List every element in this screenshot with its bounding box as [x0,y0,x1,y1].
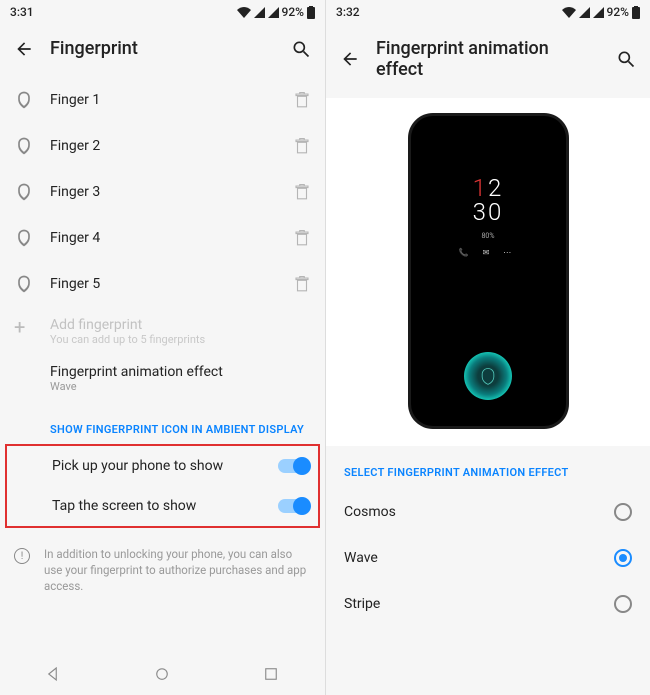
delete-icon[interactable] [293,183,311,201]
nav-back-icon[interactable] [45,665,63,683]
fingerprint-icon [14,182,34,202]
add-title: Add fingerprint [50,317,311,333]
back-icon[interactable] [14,39,34,59]
fingerprint-item[interactable]: Finger 1 [0,77,325,123]
fingerprint-label: Finger 3 [50,184,277,200]
fingerprint-animation-preview [464,352,512,400]
nav-bar [0,653,325,695]
option-stripe[interactable]: Stripe [326,581,650,627]
header: Fingerprint [0,24,325,77]
option-cosmos[interactable]: Cosmos [326,489,650,535]
preview-area: 12 30 80% 📞 ✉ ⋯ [326,98,650,446]
signal-icon [593,7,604,18]
battery-percent: 92% [607,5,629,19]
content: Finger 1 Finger 2 Finger 3 Finger 4 Fing… [0,77,325,653]
battery-icon [307,6,315,19]
toggle-switch[interactable] [278,499,308,513]
option-label: Cosmos [344,504,614,520]
signal-icon [254,7,265,18]
status-time: 3:31 [10,5,34,19]
highlight-box: Pick up your phone to show Tap the scree… [5,444,320,528]
status-right: 92% [237,5,315,19]
fingerprint-item[interactable]: Finger 4 [0,215,325,261]
search-icon[interactable] [616,49,636,69]
delete-icon[interactable] [293,91,311,109]
delete-icon[interactable] [293,275,311,293]
radio-button[interactable] [614,549,632,567]
info-text: In addition to unlocking your phone, you… [44,546,311,594]
clock: 12 30 80% 📞 ✉ ⋯ [459,174,518,257]
option-label: Wave [344,550,614,566]
search-icon[interactable] [291,39,311,59]
nav-home-icon[interactable] [153,665,171,683]
fingerprint-icon [14,274,34,294]
toggle-label: Pick up your phone to show [52,458,278,474]
fingerprint-label: Finger 1 [50,92,277,108]
preview-notif-icons: 📞 ✉ ⋯ [459,248,518,257]
signal-icon [579,7,590,18]
status-time: 3:32 [336,5,360,19]
section-header: SHOW FINGERPRINT ICON IN AMBIENT DISPLAY [0,407,325,444]
header: Fingerprint animation effect [326,24,650,98]
signal-icon [268,7,279,18]
fingerprint-icon [14,136,34,156]
wifi-icon [237,7,251,18]
option-wave[interactable]: Wave [326,535,650,581]
fingerprint-icon [14,228,34,248]
status-right: 92% [562,5,640,19]
animation-title: Fingerprint animation effect [50,364,311,380]
add-fingerprint: + Add fingerprint You can add up to 5 fi… [0,307,325,350]
battery-percent: 92% [282,5,304,19]
screen-fingerprint: 3:31 92% Fingerprint Finger 1 Finger 2 F… [0,0,325,695]
wifi-icon [562,7,576,18]
toggle-label: Tap the screen to show [52,498,278,514]
info-row: ! In addition to unlocking your phone, y… [0,536,325,608]
fingerprint-item[interactable]: Finger 3 [0,169,325,215]
plus-icon: + [14,317,34,337]
status-bar: 3:31 92% [0,0,325,24]
delete-icon[interactable] [293,229,311,247]
animation-value: Wave [50,380,311,393]
radio-button[interactable] [614,595,632,613]
preview-battery: 80% [459,232,518,240]
battery-icon [632,6,640,19]
page-title: Fingerprint [50,38,275,59]
section-header: SELECT FINGERPRINT ANIMATION EFFECT [326,446,650,489]
info-icon: ! [14,548,30,564]
phone-preview: 12 30 80% 📞 ✉ ⋯ [411,116,566,426]
option-label: Stripe [344,596,614,612]
fingerprint-label: Finger 2 [50,138,277,154]
toggle-switch[interactable] [278,459,308,473]
delete-icon[interactable] [293,137,311,155]
fingerprint-label: Finger 4 [50,230,277,246]
fingerprint-item[interactable]: Finger 5 [0,261,325,307]
screen-animation-effect: 3:32 92% Fingerprint animation effect 12… [325,0,650,695]
fingerprint-label: Finger 5 [50,276,277,292]
animation-effect-row[interactable]: Fingerprint animation effect Wave [0,350,325,407]
toggle-pickup[interactable]: Pick up your phone to show [7,446,318,486]
page-title: Fingerprint animation effect [376,38,600,80]
add-subtitle: You can add up to 5 fingerprints [50,333,311,346]
fingerprint-icon [14,90,34,110]
radio-button[interactable] [614,503,632,521]
toggle-tap[interactable]: Tap the screen to show [7,486,318,526]
nav-recent-icon[interactable] [262,665,280,683]
status-bar: 3:32 92% [326,0,650,24]
fingerprint-item[interactable]: Finger 2 [0,123,325,169]
back-icon[interactable] [340,49,360,69]
